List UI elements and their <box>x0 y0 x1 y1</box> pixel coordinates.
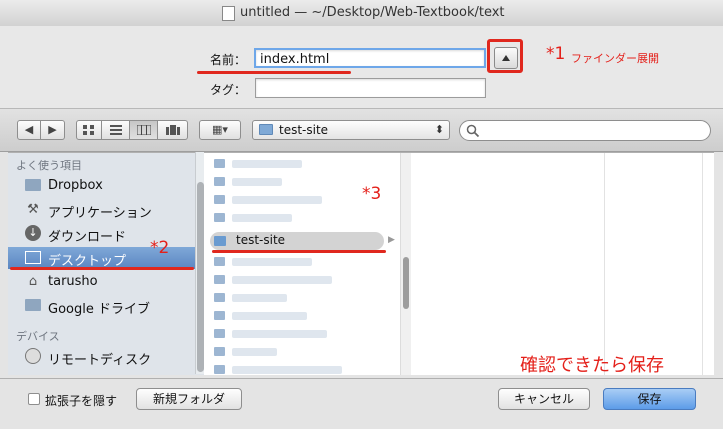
forward-icon: ▶ <box>48 123 57 136</box>
tags-field[interactable] <box>255 78 486 98</box>
list-view-button[interactable] <box>102 120 130 140</box>
blurred-row <box>214 195 225 204</box>
location-label: test-site <box>279 123 329 137</box>
forward-button[interactable]: ▶ <box>41 120 65 140</box>
folder-row-selected[interactable]: test-site <box>210 232 384 250</box>
search-field[interactable] <box>459 120 711 141</box>
blurred-row <box>214 347 225 356</box>
coverflow-view-icon <box>165 125 180 135</box>
location-popup[interactable]: test-site ⬍ <box>252 120 450 140</box>
save-button[interactable]: 保存 <box>603 388 696 410</box>
annotation-2-mark: *2 <box>150 238 170 258</box>
disclosure-arrow-icon: ▶ <box>388 235 395 245</box>
arrange-icon: ▦▾ <box>212 123 228 136</box>
back-button[interactable]: ◀ <box>17 120 41 140</box>
back-icon: ◀ <box>24 123 34 136</box>
arrange-button[interactable]: ▦▾ <box>199 120 241 140</box>
filename-field[interactable]: index.html <box>254 48 486 68</box>
blurred-row <box>214 329 225 338</box>
scroll-thumb[interactable] <box>197 182 204 372</box>
sidebar-item-label: Google ドライブ <box>48 302 150 317</box>
sidebar-item-remote-disc[interactable]: リモートディスク <box>8 346 204 368</box>
blurred-row <box>214 365 225 374</box>
scroll-thumb[interactable] <box>403 257 409 309</box>
folder-icon <box>259 124 273 135</box>
window-titlebar: untitled — ~/Desktop/Web-Textbook/text <box>0 0 723 27</box>
icon-view-icon <box>83 125 94 135</box>
folder-icon <box>24 177 42 194</box>
sidebar-item-label: Dropbox <box>48 178 103 193</box>
annotation-underline-name <box>197 71 351 74</box>
sidebar-section-favorites: よく使う項目 <box>16 159 82 172</box>
blurred-row <box>232 276 332 284</box>
sidebar-item-label: tarusho <box>48 274 98 289</box>
folder-icon <box>214 236 226 246</box>
sidebar-item-downloads[interactable]: ↓ ダウンロード <box>8 223 204 245</box>
blurred-row <box>232 312 307 320</box>
blurred-row <box>232 366 342 374</box>
new-folder-button[interactable]: 新規フォルダ <box>136 388 242 410</box>
blurred-row <box>214 293 225 302</box>
blurred-row <box>214 311 225 320</box>
sidebar-item-label: アプリケーション <box>48 206 152 221</box>
blurred-row <box>232 214 292 222</box>
cancel-button[interactable]: キャンセル <box>498 388 590 410</box>
icon-view-button[interactable] <box>76 120 102 140</box>
sidebar-item-dropbox[interactable]: Dropbox <box>8 175 204 197</box>
blurred-row <box>214 257 225 266</box>
sidebar-item-home[interactable]: ⌂ tarusho <box>8 271 204 293</box>
annotation-1-mark: *1 <box>546 44 566 64</box>
save-form: 名前： index.html タグ： *1 ファインダー展開 <box>0 26 723 108</box>
folder-icon <box>24 297 42 314</box>
blurred-row <box>214 177 225 186</box>
folder-name: test-site <box>236 233 286 247</box>
blurred-row <box>232 178 282 186</box>
sidebar-item-applications[interactable]: ⚒ アプリケーション <box>8 199 204 221</box>
save-sheet: 名前： index.html タグ： *1 ファインダー展開 ◀ ▶ ▦▾ te… <box>0 26 723 429</box>
column-divider[interactable] <box>702 153 703 375</box>
blurred-row <box>232 196 322 204</box>
blurred-row <box>214 275 225 284</box>
blurred-row <box>232 348 277 356</box>
coverflow-view-button[interactable] <box>158 120 188 140</box>
hide-extension-label: 拡張子を隠す <box>45 394 118 408</box>
blurred-row <box>232 160 302 168</box>
column-scrollbar[interactable] <box>400 153 411 375</box>
downloads-icon: ↓ <box>24 225 42 242</box>
tag-label: タグ： <box>210 83 247 97</box>
window-title: untitled — ~/Desktop/Web-Textbook/text <box>240 5 505 20</box>
disc-icon <box>24 348 42 365</box>
column-view-button[interactable] <box>130 120 158 140</box>
list-view-icon <box>109 125 122 135</box>
column-browser: test-site ▶ 確認できたら保存 <box>204 152 714 376</box>
annotation-underline-desktop <box>10 267 194 270</box>
sidebar-item-label: リモートディスク <box>48 353 152 368</box>
annotation-1-text: ファインダー展開 <box>571 52 659 65</box>
blurred-row <box>232 294 287 302</box>
sidebar-section-devices: デバイス <box>16 330 60 343</box>
popup-arrows-icon: ⬍ <box>434 123 444 136</box>
annotation-underline-folder <box>212 250 386 253</box>
search-icon <box>466 124 480 138</box>
name-label: 名前： <box>210 53 247 67</box>
blurred-row <box>214 213 225 222</box>
sidebar-item-google-drive[interactable]: Google ドライブ <box>8 295 204 317</box>
document-icon <box>222 6 235 21</box>
desktop-icon <box>24 249 42 266</box>
sidebar-item-label: ダウンロード <box>48 230 127 245</box>
blurred-row <box>232 258 312 266</box>
annotation-3-mark: *3 <box>362 184 382 204</box>
blurred-row <box>232 330 327 338</box>
column-view-icon <box>136 124 151 136</box>
annotation-box-expand <box>487 39 523 73</box>
home-icon: ⌂ <box>28 274 38 289</box>
blurred-row <box>214 159 225 168</box>
column-divider[interactable] <box>604 153 605 375</box>
confirm-save-annotation: 確認できたら保存 <box>520 355 664 376</box>
hide-extension-checkbox[interactable] <box>28 393 40 405</box>
sidebar-item-desktop[interactable]: デスクトップ <box>8 247 204 269</box>
applications-icon: ⚒ <box>27 202 39 217</box>
browser-toolbar: ◀ ▶ ▦▾ test-site ⬍ <box>0 108 723 152</box>
sidebar: よく使う項目 Dropbox ⚒ アプリケーション ↓ ダウンロード デスクトッ… <box>8 152 204 375</box>
